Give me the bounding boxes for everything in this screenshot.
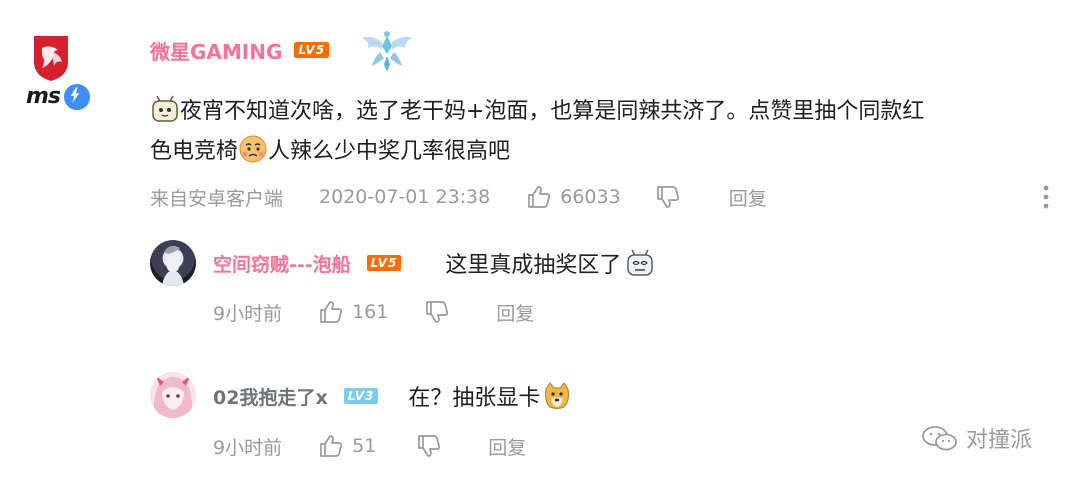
reply-avatar[interactable]: [150, 372, 196, 418]
like-count: 161: [352, 301, 389, 323]
like-button[interactable]: 51: [318, 433, 376, 459]
watermark: 对撞派: [920, 420, 1032, 456]
thinking-face-emoji-icon: [239, 135, 267, 163]
rank-wings-icon: [362, 31, 412, 72]
reply-button[interactable]: 回复: [729, 184, 767, 211]
doge-emoji-icon: [545, 382, 570, 409]
wechat-icon: [922, 426, 957, 451]
reply-username[interactable]: 空间窃贼---泡船: [213, 250, 351, 277]
comment-text-part-2: 色电竞椅: [150, 139, 239, 164]
dislike-button[interactable]: [424, 299, 450, 325]
reply-meta: 9小时前 51 回复: [213, 432, 526, 460]
thumb-down-icon: [656, 186, 679, 208]
more-vertical-icon[interactable]: [1042, 183, 1050, 211]
thumb-up-icon: [320, 301, 343, 323]
dislike-button[interactable]: [655, 184, 681, 210]
reply-text: 这里真成抽奖区了: [445, 253, 622, 278]
comment-source: 来自安卓客户端: [150, 187, 284, 210]
reply-text: 在？抽张显卡: [408, 386, 541, 411]
thumb-down-icon: [426, 301, 449, 323]
msi-avatar[interactable]: ms: [20, 28, 100, 118]
reply-time: 9小时前: [213, 436, 283, 459]
thumb-down-icon: [418, 435, 441, 457]
dislike-button[interactable]: [416, 433, 442, 459]
thumb-up-icon: [320, 435, 343, 457]
comment-header: 微星GAMING LV5: [150, 36, 330, 65]
comment-meta: 来自安卓客户端 2020-07-01 23:38 66033 回复: [150, 183, 1070, 211]
comment-text-part-3: 人辣么少中奖几率很高吧: [268, 139, 511, 164]
reply-meta: 9小时前 161 回复: [213, 298, 534, 326]
level-badge: LV5: [294, 42, 330, 58]
watermark-text: 对撞派: [966, 428, 1033, 453]
reply-button[interactable]: 回复: [496, 299, 534, 326]
like-count: 66033: [560, 186, 621, 208]
like-button[interactable]: 66033: [526, 184, 621, 210]
reply-avatar[interactable]: [150, 240, 196, 286]
comment-timestamp: 2020-07-01 23:38: [319, 186, 491, 208]
like-button[interactable]: 161: [318, 299, 388, 325]
msi-logo-icon: [34, 36, 68, 81]
reply-username[interactable]: 02我抱走了x: [213, 383, 328, 410]
verified-badge-icon: [62, 82, 92, 112]
reply-button[interactable]: 回复: [488, 433, 526, 460]
tv-face-emoji-icon: [152, 95, 178, 122]
comment-text-part-1: 夜宵不知道次啥，选了老干妈+泡面，也算是同辣共济了。点赞里抽个同款红: [180, 99, 925, 124]
tv-dizzy-emoji-icon: [627, 249, 654, 276]
comment-text-line-1: 夜宵不知道次啥，选了老干妈+泡面，也算是同辣共济了。点赞里抽个同款红: [150, 92, 1070, 132]
thumb-up-icon: [528, 186, 551, 208]
level-badge: LV5: [366, 255, 402, 271]
msi-wordmark: ms: [26, 84, 61, 109]
like-count: 51: [352, 435, 377, 457]
reply-time: 9小时前: [213, 302, 283, 325]
reply-header: 02我抱走了x LV3 在？抽张显卡: [213, 382, 572, 411]
comment-username[interactable]: 微星GAMING: [150, 36, 282, 65]
level-badge: LV3: [343, 388, 379, 404]
reply-header: 空间窃贼---泡船 LV5 这里真成抽奖区了: [213, 249, 655, 278]
comment-text-line-2: 色电竞椅 人辣么少中奖几率很高吧: [150, 132, 1070, 172]
comment-body: 夜宵不知道次啥，选了老干妈+泡面，也算是同辣共济了。点赞里抽个同款红 色电竞椅 …: [150, 92, 1070, 172]
